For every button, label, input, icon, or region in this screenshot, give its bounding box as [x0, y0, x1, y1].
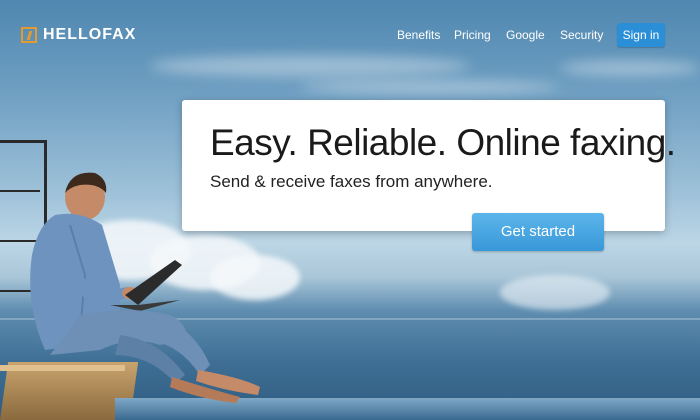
nav-item-security[interactable]: Security — [560, 28, 603, 42]
get-started-button[interactable]: Get started — [472, 213, 604, 251]
hero-card: Easy. Reliable. Online faxing. Send & re… — [182, 100, 676, 231]
nav-item-google[interactable]: Google — [506, 28, 545, 42]
nav-item-benefits[interactable]: Benefits — [397, 28, 440, 42]
sign-in-button[interactable]: Sign in — [617, 23, 665, 47]
fax-logo-icon — [21, 27, 37, 43]
nav-item-pricing[interactable]: Pricing — [454, 28, 491, 42]
hellofax-logo[interactable]: HELLOFAX — [21, 26, 136, 44]
hero-headline: Easy. Reliable. Online faxing. — [210, 122, 676, 163]
hero-subheadline: Send & receive faxes from anywhere. — [210, 172, 493, 191]
brand-name: HELLOFAX — [43, 26, 137, 43]
landing-page: HELLOFAX Benefits Pricing Google Securit… — [0, 0, 700, 420]
